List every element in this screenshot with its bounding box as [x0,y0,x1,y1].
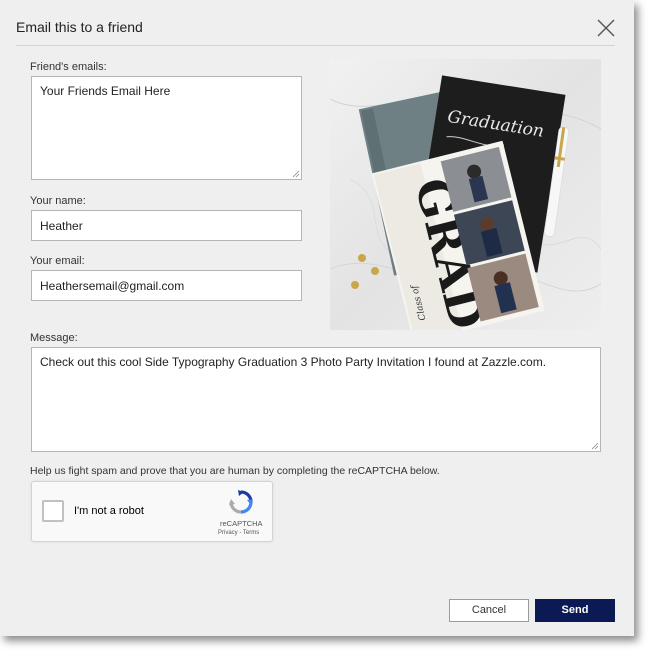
recaptcha-logo-icon [229,490,253,514]
product-image: Graduation GRAD Class of [329,59,602,344]
friends-emails-field[interactable]: Your Friends Email Here [31,76,302,180]
message-field[interactable]: Check out this cool Side Typography Grad… [31,347,601,452]
dialog-title: Email this to a friend [16,19,143,35]
invitation-photo: Graduation GRAD Class of [329,59,602,344]
email-friend-dialog: Email this to a friend Friend's emails: … [0,0,634,636]
close-icon [597,19,615,37]
resize-grip-icon[interactable] [292,170,300,178]
your-name-label: Your name: [30,195,86,207]
recaptcha-widget: I'm not a robot reCAPTCHA Privacy - Term… [31,481,273,542]
recaptcha-privacy-link[interactable]: Privacy [218,530,238,536]
header-divider [16,45,615,46]
recaptcha-label: I'm not a robot [74,505,144,517]
cancel-button[interactable]: Cancel [449,599,529,622]
resize-grip-icon[interactable] [591,442,599,450]
friends-emails-label: Friend's emails: [30,61,107,73]
recaptcha-brand: reCAPTCHA [220,519,263,528]
recaptcha-checkbox[interactable] [42,500,64,522]
close-button[interactable] [595,17,617,39]
spam-note: Help us fight spam and prove that you ar… [30,465,440,477]
message-label: Message: [30,332,78,344]
recaptcha-links: Privacy - Terms [218,530,259,536]
your-email-label: Your email: [30,255,85,267]
recaptcha-terms-link[interactable]: Terms [243,530,259,536]
send-button[interactable]: Send [535,599,615,622]
your-name-field[interactable] [31,210,302,241]
your-email-field[interactable] [31,270,302,301]
